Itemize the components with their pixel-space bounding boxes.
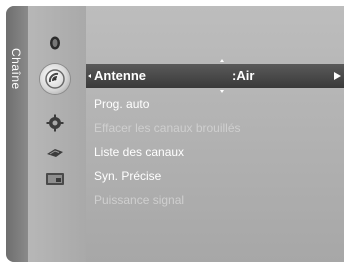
category-tab: Chaîne bbox=[6, 6, 28, 262]
input-icon[interactable] bbox=[44, 142, 66, 164]
menu-item-liste-canaux[interactable]: Liste des canaux bbox=[94, 142, 184, 162]
menu-icon-column bbox=[28, 6, 86, 262]
scroll-down-icon bbox=[220, 90, 224, 93]
antenne-value: :Air bbox=[232, 68, 255, 83]
channel-icon[interactable] bbox=[40, 64, 70, 94]
menu-item-syn-precise[interactable]: Syn. Précise bbox=[94, 166, 161, 186]
picture-icon[interactable] bbox=[44, 32, 66, 54]
scroll-up-icon bbox=[220, 59, 224, 62]
menu-item-prog-auto[interactable]: Prog. auto bbox=[94, 94, 149, 114]
menu-item-effacer-canaux: Effacer les canaux brouillés bbox=[94, 121, 241, 135]
menu-item-antenne[interactable]: Antenne :Air bbox=[86, 64, 344, 88]
right-arrow-icon[interactable] bbox=[334, 72, 341, 80]
setup-icon[interactable] bbox=[44, 112, 66, 134]
category-label: Chaîne bbox=[9, 48, 23, 90]
tv-menu-screen: Chaîne Antenne:Air Prog. auto Effacer l… bbox=[6, 6, 344, 262]
application-icon[interactable] bbox=[44, 168, 66, 190]
menu-item-puissance-signal: Puissance signal bbox=[94, 193, 185, 207]
antenne-label: Antenne bbox=[94, 68, 146, 83]
channel-menu: Antenne :Air Prog. auto Effacer les cana… bbox=[86, 6, 344, 262]
back-arrow-icon bbox=[88, 74, 91, 78]
